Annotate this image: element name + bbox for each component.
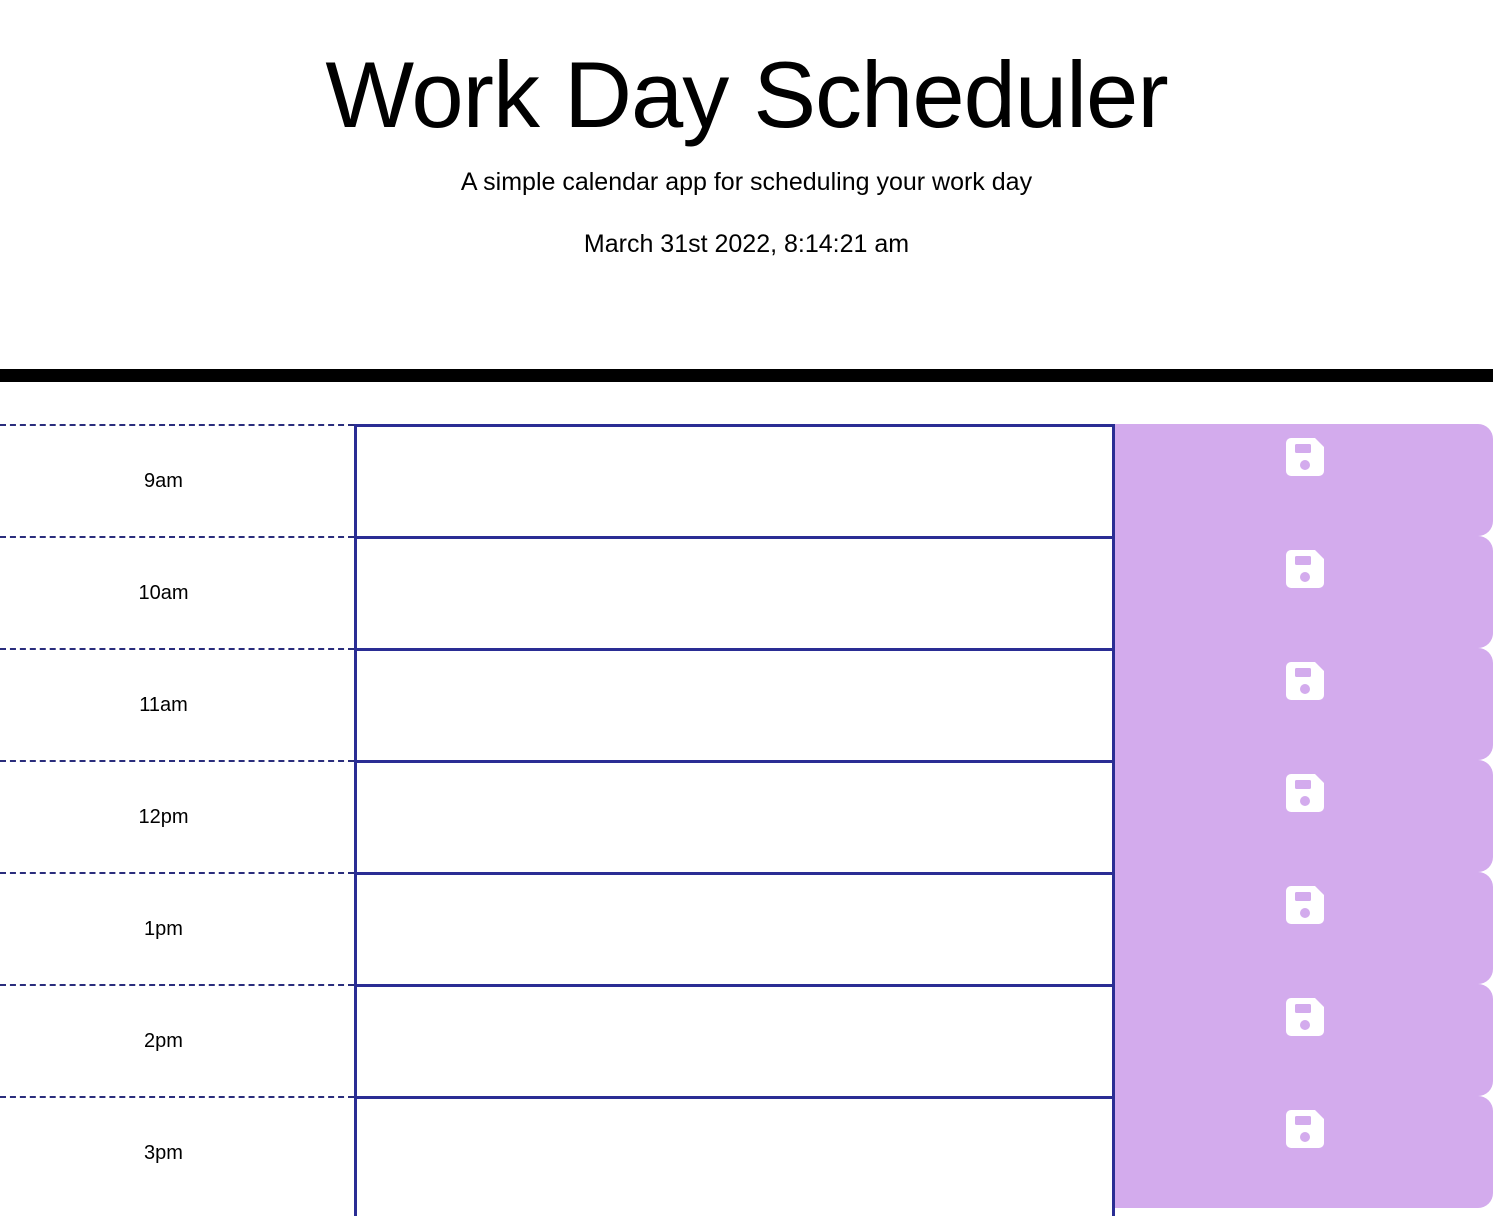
save-button[interactable] [1115, 872, 1493, 984]
event-description-input[interactable] [354, 872, 1115, 984]
event-description-input[interactable] [354, 424, 1115, 536]
save-icon [1286, 662, 1324, 700]
save-button[interactable] [1115, 648, 1493, 760]
save-icon [1286, 998, 1324, 1036]
page-title: Work Day Scheduler [325, 42, 1168, 147]
time-block-11am: 11am [0, 648, 1493, 760]
hour-label: 11am [0, 648, 354, 760]
save-icon [1286, 550, 1324, 588]
time-block-3pm: 3pm [0, 1096, 1493, 1216]
time-block-12pm: 12pm [0, 760, 1493, 872]
hour-label: 1pm [0, 872, 354, 984]
header: Work Day Scheduler A simple calendar app… [0, 0, 1493, 382]
hour-label: 10am [0, 536, 354, 648]
event-description-input[interactable] [354, 984, 1115, 1096]
schedule-container: 9am 10am 11am 12pm 1pm 2pm 3pm [0, 424, 1493, 1216]
hour-label: 9am [0, 424, 354, 536]
save-icon [1286, 438, 1324, 476]
event-description-input[interactable] [354, 648, 1115, 760]
save-button[interactable] [1115, 536, 1493, 648]
hour-label: 12pm [0, 760, 354, 872]
current-datetime: March 31st 2022, 8:14:21 am [583, 230, 910, 258]
save-button[interactable] [1115, 1096, 1493, 1208]
save-icon [1286, 886, 1324, 924]
time-block-1pm: 1pm [0, 872, 1493, 984]
save-button[interactable] [1115, 424, 1493, 536]
time-block-9am: 9am [0, 424, 1493, 536]
time-block-2pm: 2pm [0, 984, 1493, 1096]
time-block-10am: 10am [0, 536, 1493, 648]
page-subtitle: A simple calendar app for scheduling you… [460, 168, 1033, 196]
event-description-input[interactable] [354, 760, 1115, 872]
save-icon [1286, 774, 1324, 812]
save-button[interactable] [1115, 984, 1493, 1096]
hour-label: 3pm [0, 1096, 354, 1208]
event-description-input[interactable] [354, 536, 1115, 648]
event-description-input[interactable] [354, 1096, 1115, 1216]
save-icon [1286, 1110, 1324, 1148]
save-button[interactable] [1115, 760, 1493, 872]
hour-label: 2pm [0, 984, 354, 1096]
